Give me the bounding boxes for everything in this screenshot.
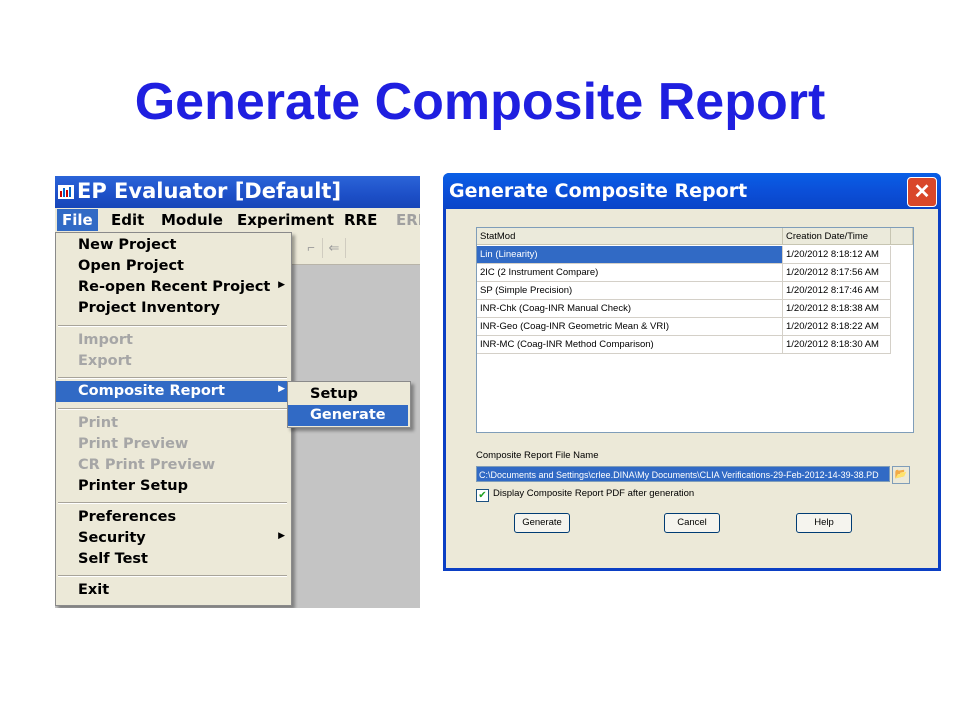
table-row[interactable]: INR-MC (Coag-INR Method Comparison) 1/20… <box>477 336 891 354</box>
menu-item-open-project[interactable]: Open Project <box>56 256 291 277</box>
menu-eri[interactable]: ERI <box>396 211 420 229</box>
column-header-creation-date[interactable]: Creation Date/Time <box>783 228 891 245</box>
dialog-title: Generate Composite Report <box>449 180 748 202</box>
menu-item-cr-print-preview: CR Print Preview <box>56 455 291 476</box>
menu-item-label: Import <box>78 332 133 348</box>
cell-date: 1/20/2012 8:18:12 AM <box>783 246 891 264</box>
generate-composite-report-dialog: Generate Composite Report ✕ StatMod Crea… <box>443 173 941 571</box>
menu-item-label: Print Preview <box>78 436 189 452</box>
menu-edit[interactable]: Edit <box>111 211 144 229</box>
menu-item-label: Open Project <box>78 258 184 274</box>
cell-date: 1/20/2012 8:17:46 AM <box>783 282 891 300</box>
cell-date: 1/20/2012 8:18:22 AM <box>783 318 891 336</box>
composite-report-submenu: Setup Generate <box>287 381 411 428</box>
cell-statmod: 2IC (2 Instrument Compare) <box>477 264 783 282</box>
menu-item-new-project[interactable]: New Project <box>56 235 291 256</box>
list-header: StatMod Creation Date/Time <box>477 228 913 246</box>
cell-statmod: INR-Geo (Coag-INR Geometric Mean & VRI) <box>477 318 783 336</box>
table-row[interactable]: SP (Simple Precision) 1/20/2012 8:17:46 … <box>477 282 891 300</box>
menu-item-print: Print <box>56 413 291 434</box>
column-header-statmod[interactable]: StatMod <box>477 228 783 245</box>
table-row[interactable]: 2IC (2 Instrument Compare) 1/20/2012 8:1… <box>477 264 891 282</box>
menu-item-export: Export <box>56 351 291 372</box>
cell-statmod: INR-MC (Coag-INR Method Comparison) <box>477 336 783 354</box>
menu-item-label: Project Inventory <box>78 300 220 316</box>
cell-statmod: Lin (Linearity) <box>477 246 783 264</box>
menu-item-label: Exit <box>78 582 110 598</box>
menu-separator <box>58 502 287 504</box>
menu-item-label: Preferences <box>78 509 177 525</box>
cell-statmod: SP (Simple Precision) <box>477 282 783 300</box>
menu-item-import: Import <box>56 330 291 351</box>
menu-item-label: Setup <box>310 386 358 402</box>
submenu-arrow-icon: ▶ <box>278 280 285 290</box>
ep-window-title: EP Evaluator [Default] <box>77 179 342 203</box>
menu-item-label: Print <box>78 415 119 431</box>
dialog-client-area: StatMod Creation Date/Time Lin (Linearit… <box>446 209 938 568</box>
column-header-filler <box>891 228 913 245</box>
menu-experiment[interactable]: Experiment <box>237 211 334 229</box>
submenu-item-setup[interactable]: Setup <box>288 384 408 405</box>
menu-item-project-inventory[interactable]: Project Inventory <box>56 298 291 319</box>
menu-module[interactable]: Module <box>161 211 223 229</box>
table-row[interactable]: INR-Geo (Coag-INR Geometric Mean & VRI) … <box>477 318 891 336</box>
ep-menubar: File Edit Module Experiment RRE ERI <box>55 208 420 232</box>
table-row[interactable]: INR-Chk (Coag-INR Manual Check) 1/20/201… <box>477 300 891 318</box>
display-pdf-checkbox[interactable]: ✔ <box>476 489 489 502</box>
menu-item-printer-setup[interactable]: Printer Setup <box>56 476 291 497</box>
menu-item-exit[interactable]: Exit <box>56 580 291 601</box>
table-row[interactable]: Lin (Linearity) 1/20/2012 8:18:12 AM <box>477 246 891 264</box>
dialog-titlebar: Generate Composite Report ✕ <box>443 173 941 209</box>
menu-item-label: Generate <box>310 407 386 423</box>
menu-item-label: Printer Setup <box>78 478 188 494</box>
display-pdf-label: Display Composite Report PDF after gener… <box>493 488 695 499</box>
menu-item-security[interactable]: Security ▶ <box>56 528 291 549</box>
close-icon[interactable]: ✕ <box>907 177 937 207</box>
cell-statmod: INR-Chk (Coag-INR Manual Check) <box>477 300 783 318</box>
menu-item-label: Self Test <box>78 551 148 567</box>
menu-item-label: Composite Report <box>78 383 225 399</box>
cell-date: 1/20/2012 8:17:56 AM <box>783 264 891 282</box>
menu-item-label: Security <box>78 530 146 546</box>
cancel-button[interactable]: Cancel <box>664 513 720 533</box>
app-icon <box>58 185 74 199</box>
ep-titlebar: EP Evaluator [Default] <box>55 176 420 208</box>
menu-item-label: Export <box>78 353 132 369</box>
ep-evaluator-window: EP Evaluator [Default] File Edit Module … <box>55 176 420 608</box>
cell-date: 1/20/2012 8:18:30 AM <box>783 336 891 354</box>
menu-rre[interactable]: RRE <box>344 211 377 229</box>
menu-file[interactable]: File <box>57 209 98 231</box>
menu-item-label: CR Print Preview <box>78 457 216 473</box>
menu-item-print-preview: Print Preview <box>56 434 291 455</box>
menu-item-self-test[interactable]: Self Test <box>56 549 291 570</box>
statmod-list: StatMod Creation Date/Time Lin (Linearit… <box>476 227 914 433</box>
menu-separator <box>58 325 287 327</box>
cell-date: 1/20/2012 8:18:38 AM <box>783 300 891 318</box>
file-menu: New Project Open Project Re-open Recent … <box>55 232 292 606</box>
toolbar-back-icon[interactable]: ⇐ <box>323 238 346 258</box>
submenu-item-generate[interactable]: Generate <box>288 405 408 426</box>
help-button[interactable]: Help <box>796 513 852 533</box>
menu-item-label: New Project <box>78 237 177 253</box>
menu-item-preferences[interactable]: Preferences <box>56 507 291 528</box>
menu-separator <box>58 408 287 410</box>
slide-title: Generate Composite Report <box>134 73 826 131</box>
toolbar-tool-icon[interactable]: ⌐ <box>300 238 323 258</box>
file-name-input[interactable]: C:\Documents and Settings\crlee.DINA\My … <box>476 466 890 482</box>
menu-item-composite-report[interactable]: Composite Report ▶ <box>56 381 291 402</box>
file-name-label: Composite Report File Name <box>476 450 599 461</box>
menu-separator <box>58 377 287 379</box>
submenu-arrow-icon: ▶ <box>278 384 285 394</box>
generate-button[interactable]: Generate <box>514 513 570 533</box>
menu-item-label: Re-open Recent Project <box>78 279 271 295</box>
folder-icon[interactable]: 📂 <box>892 466 910 484</box>
menu-item-reopen-recent-project[interactable]: Re-open Recent Project ▶ <box>56 277 291 298</box>
submenu-arrow-icon: ▶ <box>278 531 285 541</box>
menu-separator <box>58 575 287 577</box>
